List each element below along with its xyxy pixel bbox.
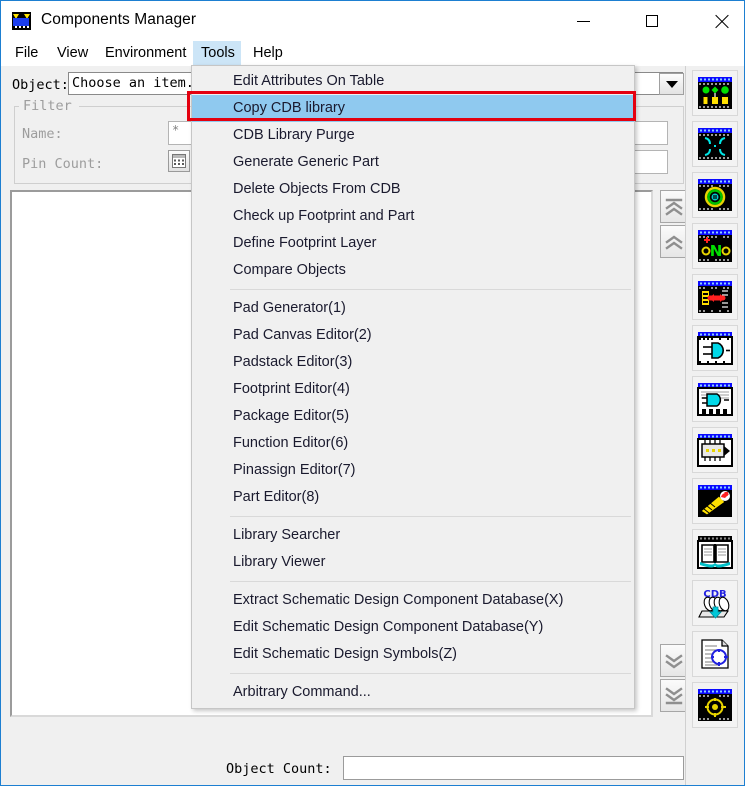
cdb-database-icon: CDB [698, 587, 732, 619]
menubar-item-tools[interactable]: Tools [193, 41, 241, 66]
object-count-field[interactable] [343, 756, 684, 780]
close-icon [714, 14, 729, 29]
tools-menu[interactable]: Edit Attributes On Table Copy CDB librar… [191, 65, 635, 709]
menubar-item-environment[interactable]: Environment [97, 41, 193, 66]
symbol-editor-icon [698, 689, 732, 721]
cdb-library-button[interactable]: CDB [692, 580, 738, 626]
pin-count-label: Pin Count: [22, 156, 104, 172]
pinassign-icon [697, 383, 733, 416]
svg-text:N: N [710, 242, 723, 260]
name-label: Name: [22, 126, 63, 142]
logic-gate-icon [697, 332, 733, 365]
package-icon [698, 281, 732, 313]
menu-item-arbitrary-command[interactable]: Arbitrary Command... [192, 679, 634, 706]
menu-item-pinassign-editor[interactable]: Pinassign Editor(7) [192, 457, 634, 484]
part-editor-button[interactable] [692, 427, 738, 473]
chevron-down-icon [665, 80, 678, 88]
window-title: Components Manager [41, 11, 197, 28]
maximize-button[interactable] [629, 1, 675, 41]
title-bar: Components Manager [1, 1, 744, 41]
menu-item-compare-objects[interactable]: Compare Objects [192, 257, 634, 284]
edit-schematic-db-button[interactable] [692, 631, 738, 677]
menu-item-padstack-editor[interactable]: Padstack Editor(3) [192, 349, 634, 376]
minimize-icon [576, 20, 590, 22]
object-count-label: Object Count: [226, 761, 332, 777]
menu-item-define-footprint-layer[interactable]: Define Footprint Layer [192, 230, 634, 257]
filter-legend: Filter [19, 98, 76, 114]
menubar-item-file[interactable]: File [7, 41, 43, 66]
scroll-top-button[interactable] [660, 190, 688, 223]
menubar-item-view[interactable]: View [49, 41, 95, 66]
menu-item-edit-schematic-design-symbols[interactable]: Edit Schematic Design Symbols(Z) [192, 641, 634, 668]
maximize-icon [646, 15, 658, 27]
footprint-editor-button[interactable]: N [692, 223, 738, 269]
pad-generator-button[interactable] [692, 70, 738, 116]
menu-item-function-editor[interactable]: Function Editor(6) [192, 430, 634, 457]
menu-item-cdb-library-purge[interactable]: CDB Library Purge [192, 122, 634, 149]
padstack-icon [698, 179, 732, 211]
pad-canvas-icon [698, 128, 732, 160]
menu-bar: File View Environment Tools Help [1, 41, 744, 66]
object-combobox-toggle[interactable] [659, 73, 684, 95]
package-editor-button[interactable] [692, 274, 738, 320]
scroll-down-button[interactable] [660, 644, 688, 677]
schematic-symbols-button[interactable] [692, 682, 738, 728]
menu-item-edit-attributes-on-table[interactable]: Edit Attributes On Table [192, 68, 634, 95]
menu-item-pad-canvas-editor[interactable]: Pad Canvas Editor(2) [192, 322, 634, 349]
pinassign-editor-button[interactable] [692, 376, 738, 422]
object-label: Object: [12, 77, 69, 93]
menu-item-delete-objects-from-cdb[interactable]: Delete Objects From CDB [192, 176, 634, 203]
minimize-button[interactable] [560, 1, 606, 41]
menu-item-library-viewer[interactable]: Library Viewer [192, 549, 634, 576]
menu-item-part-editor[interactable]: Part Editor(8) [192, 484, 634, 511]
menu-item-extract-schematic-design-component-database[interactable]: Extract Schematic Design Component Datab… [192, 587, 634, 614]
menu-item-library-searcher[interactable]: Library Searcher [192, 522, 634, 549]
menu-item-pad-generator[interactable]: Pad Generator(1) [192, 295, 634, 322]
menubar-item-help[interactable]: Help [245, 41, 289, 66]
menu-separator [230, 289, 631, 290]
menu-item-copy-cdb-library[interactable]: Copy CDB library [192, 95, 634, 122]
open-book-icon [697, 536, 733, 569]
padstack-editor-button[interactable] [692, 172, 738, 218]
scroll-up-button[interactable] [660, 225, 688, 258]
pad-canvas-editor-button[interactable] [692, 121, 738, 167]
app-logo-icon [12, 12, 31, 30]
menu-item-edit-schematic-design-component-database[interactable]: Edit Schematic Design Component Database… [192, 614, 634, 641]
footprint-icon: N [698, 230, 732, 262]
menu-item-generate-generic-part[interactable]: Generate Generic Part [192, 149, 634, 176]
scroll-bottom-button[interactable] [660, 679, 688, 712]
library-searcher-button[interactable] [692, 478, 738, 524]
menu-item-check-up-footprint-and-part[interactable]: Check up Footprint and Part [192, 203, 634, 230]
function-editor-button[interactable] [692, 325, 738, 371]
app-window: Components Manager File View Environment… [0, 0, 745, 786]
double-chevron-up-icon [665, 235, 683, 250]
double-chevron-up-bar-icon [665, 198, 683, 216]
icon-toolbar: N CDB [685, 66, 744, 785]
close-button[interactable] [698, 1, 744, 41]
menu-separator [230, 581, 631, 582]
menu-item-footprint-editor[interactable]: Footprint Editor(4) [192, 376, 634, 403]
double-chevron-down-bar-icon [665, 686, 683, 704]
double-chevron-down-icon [665, 653, 683, 668]
part-icon [697, 434, 733, 467]
document-symbol-icon [698, 638, 732, 670]
pad-generator-icon [698, 77, 732, 109]
menu-item-package-editor[interactable]: Package Editor(5) [192, 403, 634, 430]
menu-separator [230, 516, 631, 517]
search-light-icon [698, 485, 732, 517]
pin-count-picker-button[interactable] [168, 150, 190, 172]
menu-separator [230, 673, 631, 674]
grid-icon [172, 154, 186, 168]
library-viewer-button[interactable] [692, 529, 738, 575]
